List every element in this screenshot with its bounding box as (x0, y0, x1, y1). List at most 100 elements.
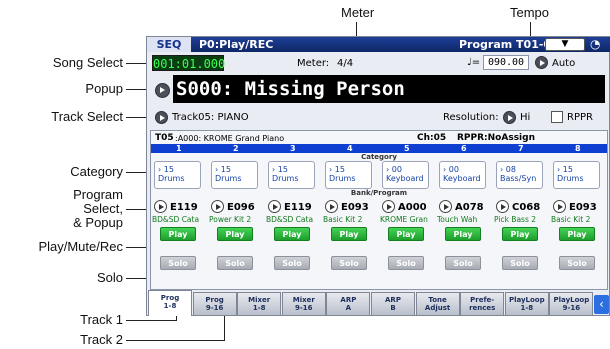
category-button[interactable]: › 00 Keyboard (382, 161, 429, 189)
program-number[interactable]: A000 (398, 202, 427, 213)
play-mute-rec-button[interactable]: Play (331, 227, 367, 241)
program-popup-icon[interactable] (382, 200, 395, 213)
meter-value[interactable]: 4/4 (337, 58, 353, 69)
category-button[interactable]: › 15 Drums (553, 161, 600, 189)
song-popup-icon[interactable] (155, 83, 170, 98)
tab-0[interactable]: Prog 1-8 (148, 290, 192, 316)
track-number: 3 (290, 144, 296, 153)
track-select-popup-icon[interactable] (155, 111, 168, 124)
tab-5[interactable]: ARP B (371, 292, 415, 316)
program-number[interactable]: A078 (455, 202, 484, 213)
play-mute-rec-button[interactable]: Play (502, 227, 538, 241)
program-popup-icon[interactable] (211, 200, 224, 213)
metronome-icon[interactable]: ◔ (590, 37, 600, 51)
track-number: 8 (575, 144, 581, 153)
category-name: Keyboard (386, 174, 424, 183)
program-popup-icon[interactable] (439, 200, 452, 213)
play-mute-rec-button[interactable]: Play (559, 227, 595, 241)
program-number[interactable]: E093 (341, 202, 369, 213)
resolution-value[interactable]: Hi (520, 112, 530, 123)
category-number: 15 (277, 165, 288, 174)
program-popup-icon[interactable] (325, 200, 338, 213)
category-name: Keyboard (443, 174, 481, 183)
tab-2[interactable]: Mixer 1-8 (237, 292, 282, 316)
mode-tab[interactable]: SEQ (147, 37, 191, 52)
tab-label-line1: ARP (385, 296, 401, 304)
song-select-leader (126, 63, 148, 64)
track-number: 7 (518, 144, 524, 153)
category-button[interactable]: › 15 Drums (325, 161, 372, 189)
meter-callout: Meter (341, 5, 375, 20)
chevron-right-icon: › (443, 165, 447, 174)
play-mute-rec-callout: Play/Mute/Rec (38, 239, 123, 254)
chevron-left-icon[interactable]: ‹ (594, 295, 609, 314)
program-name: Pick Bass 2 (494, 215, 537, 224)
tempo-mode-popup-icon[interactable] (535, 56, 548, 69)
play-mute-rec-button[interactable]: Play (445, 227, 481, 241)
category-button[interactable]: › 00 Keyboard (439, 161, 486, 189)
category-name: Drums (215, 174, 242, 183)
track2-leader-h (126, 340, 224, 341)
tempo-callout: Tempo (510, 5, 550, 20)
program-number[interactable]: E119 (284, 202, 312, 213)
program-popup-icon[interactable] (496, 200, 509, 213)
program-popup-icon[interactable] (154, 200, 167, 213)
category-button[interactable]: › 15 Drums (211, 161, 258, 189)
chevron-right-icon: › (272, 165, 276, 174)
tab-label-line1: ARP (340, 296, 357, 304)
category-callout: Category (70, 164, 123, 179)
play-mute-rec-button[interactable]: Play (217, 227, 253, 241)
program-popup-icon[interactable] (553, 200, 566, 213)
tempo-mode[interactable]: Auto (552, 58, 575, 69)
category-button[interactable]: › 15 Drums (268, 161, 315, 189)
solo-button[interactable]: Solo (445, 256, 481, 270)
solo-button[interactable]: Solo (274, 256, 310, 270)
tab-1[interactable]: Prog 9-16 (192, 292, 237, 316)
tab-3[interactable]: Mixer 9-16 (281, 292, 326, 316)
page-title: P0:Play/REC (199, 38, 274, 51)
chevron-right-icon: › (329, 165, 333, 174)
tab-label-line2: A (345, 304, 352, 312)
menu-dropdown-button[interactable]: ▼ (545, 38, 585, 51)
play-mute-rec-button[interactable]: Play (160, 227, 196, 241)
track-select-value[interactable]: Track05: PIANO (172, 112, 249, 123)
program-indicator: Program T01-08 (459, 38, 559, 51)
tab-6[interactable]: Tone Adjust (415, 292, 460, 316)
category-number: 15 (163, 165, 174, 174)
lcd-screen: SEQ P0:Play/REC Program T01-08 ▼ ◔ 001:0… (146, 36, 610, 316)
tab-4[interactable]: ARP A (326, 292, 371, 316)
info-program: :A000: KROME Grand Piano (175, 134, 285, 143)
chevron-right-icon: › (158, 165, 162, 174)
program-number[interactable]: E119 (170, 202, 198, 213)
solo-button[interactable]: Solo (160, 256, 196, 270)
category-button[interactable]: › 15 Drums (154, 161, 201, 189)
meter-label: Meter: (297, 58, 330, 69)
rppr-checkbox[interactable] (551, 111, 563, 123)
category-button[interactable]: › 08 Bass/Syn (496, 161, 543, 189)
tab-9[interactable]: PlayLoop 9-16 (549, 292, 594, 316)
tab-7[interactable]: Prefe- rences (460, 292, 505, 316)
program-number[interactable]: E096 (227, 202, 255, 213)
position-counter[interactable]: 001:01.000 (152, 55, 225, 71)
program-number[interactable]: C068 (512, 202, 540, 213)
program-number[interactable]: E093 (569, 202, 597, 213)
solo-button[interactable]: Solo (331, 256, 367, 270)
tab-label-line2: 9-16 (562, 304, 581, 312)
solo-button[interactable]: Solo (559, 256, 595, 270)
play-mute-rec-button[interactable]: Play (388, 227, 424, 241)
solo-button[interactable]: Solo (502, 256, 538, 270)
tab-8[interactable]: PlayLoop 1-8 (504, 292, 549, 316)
solo-button[interactable]: Solo (388, 256, 424, 270)
resolution-popup-icon[interactable] (503, 111, 516, 124)
program-select-callout-2: Select, (83, 201, 123, 216)
chevron-down-icon: ▼ (561, 39, 569, 49)
song-select-field[interactable]: S000: Missing Person (173, 75, 605, 103)
tempo-field[interactable]: 090.00 (483, 55, 529, 70)
tab-label-line1: Mixer (248, 296, 271, 304)
category-section-label: Category (361, 153, 397, 161)
track-number: 4 (347, 144, 353, 153)
program-popup-icon[interactable] (268, 200, 281, 213)
solo-button[interactable]: Solo (217, 256, 253, 270)
tab-label-line2: 9-16 (295, 304, 313, 312)
play-mute-rec-button[interactable]: Play (274, 227, 310, 241)
